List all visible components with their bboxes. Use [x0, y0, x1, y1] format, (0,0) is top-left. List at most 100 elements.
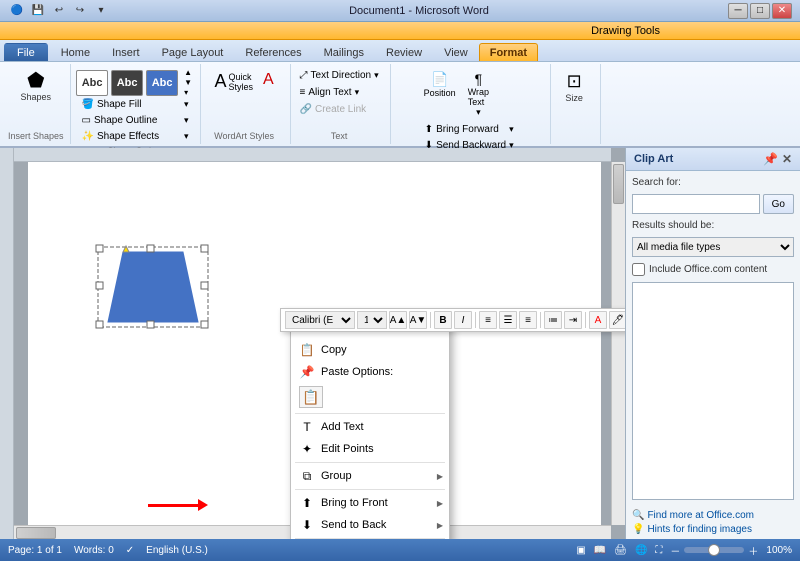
panel-title: Clip Art — [634, 153, 673, 165]
zoom-slider[interactable]: － ＋ — [670, 543, 758, 558]
bullets-button[interactable]: ≔ — [544, 311, 562, 329]
shape-style-blue[interactable]: Abc — [146, 70, 178, 96]
panel-close-button[interactable]: ✕ — [782, 152, 792, 166]
view-print-icon[interactable]: 🖨 — [614, 545, 627, 556]
shape-fill-button[interactable]: 🪣 Shape Fill ▾ — [77, 97, 194, 112]
indent-button[interactable]: ⇥ — [564, 311, 582, 329]
view-normal-icon[interactable]: ▣ — [576, 545, 585, 556]
arrow-head — [198, 499, 208, 511]
font-size-select[interactable]: 11 — [357, 311, 387, 329]
ctx-add-text[interactable]: T Add Text — [291, 416, 449, 438]
shape-effects-arrow[interactable]: ▾ — [184, 131, 189, 142]
quick-styles-button[interactable]: A QuickStyles — [210, 68, 257, 95]
text-color-icon: A — [263, 71, 274, 89]
separator-3 — [295, 489, 445, 490]
shape-fill-arrow[interactable]: ▾ — [184, 99, 189, 110]
tab-page-layout[interactable]: Page Layout — [151, 43, 235, 61]
align-center-button[interactable]: ☰ — [499, 311, 517, 329]
shapes-button[interactable]: ⬟ Shapes — [17, 68, 56, 105]
tab-review[interactable]: Review — [375, 43, 433, 61]
results-type-select[interactable]: All media file types — [632, 237, 794, 257]
paste-options-icon: 📌 — [299, 364, 315, 380]
hscroll-thumb[interactable] — [16, 527, 56, 539]
view-read-icon[interactable]: 📖 — [594, 545, 606, 556]
font-color-button[interactable]: A — [589, 311, 607, 329]
minimize-button[interactable]: ─ — [728, 3, 748, 19]
shape-style-white[interactable]: Abc — [76, 70, 108, 96]
separator-2 — [295, 462, 445, 463]
font-increase-button[interactable]: A▲ — [389, 311, 407, 329]
size-button[interactable]: ⊡ Size — [561, 68, 587, 106]
vertical-scrollbar[interactable] — [611, 162, 625, 525]
ctx-send-to-back[interactable]: ⬇ Send to Back — [291, 514, 449, 536]
quick-access-toolbar: 🔵 💾 ↩ ↪ ▾ — [8, 3, 110, 19]
maximize-button[interactable]: □ — [750, 3, 770, 19]
ctx-bring-to-front[interactable]: ⬆ Bring to Front — [291, 492, 449, 514]
wrap-text-button[interactable]: ¶ WrapText ▾ — [464, 68, 493, 121]
hints-link[interactable]: 💡 Hints for finding images — [632, 524, 794, 535]
zoom-handle[interactable] — [708, 544, 720, 556]
wordart-btns: A QuickStyles A — [210, 68, 277, 95]
window-title: Document1 - Microsoft Word — [349, 5, 489, 17]
align-text-button[interactable]: ≡ Align Text ▾ — [295, 85, 365, 100]
ribbon-group-shape-styles: Abc Abc Abc ▲ ▼ ▾ 🪣 Shape Fill ▾ ▭ Shap — [71, 64, 201, 144]
bold-button[interactable]: B — [434, 311, 452, 329]
ctx-group[interactable]: ⧉ Group — [291, 465, 449, 487]
shape-style-scroll[interactable]: ▲ ▼ ▾ — [184, 68, 192, 97]
shape-outline-arrow[interactable]: ▾ — [184, 115, 189, 126]
scroll-thumb[interactable] — [613, 164, 624, 204]
text-color-button[interactable]: A — [259, 68, 278, 95]
customize-button[interactable]: ▾ — [92, 3, 110, 19]
include-checkbox[interactable] — [632, 263, 645, 276]
shape-effects-button[interactable]: ✨ Shape Effects ▾ — [77, 129, 194, 144]
ctx-edit-points[interactable]: ✦ Edit Points — [291, 438, 449, 460]
italic-button[interactable]: I — [454, 311, 472, 329]
search-input[interactable] — [632, 194, 760, 214]
bring-forward-button[interactable]: ⬆ Bring Forward ▾ — [420, 122, 519, 137]
document-area: Calibri (E 11 A▲ A▼ B I ≡ ☰ ≡ ≔ ⇥ A 🖊 ⋯ — [0, 148, 625, 539]
tab-references[interactable]: References — [234, 43, 312, 61]
tab-mailings[interactable]: Mailings — [313, 43, 375, 61]
create-link-button[interactable]: 🔗 Create Link — [295, 102, 372, 117]
shape-style-dark[interactable]: Abc — [111, 70, 143, 96]
font-decrease-button[interactable]: A▼ — [409, 311, 427, 329]
undo-button[interactable]: ↩ — [50, 3, 68, 19]
shape-fill-icon: 🪣 — [82, 99, 94, 110]
save-button[interactable]: 💾 — [29, 3, 47, 19]
zoom-in-icon[interactable]: ＋ — [748, 543, 758, 558]
font-select[interactable]: Calibri (E — [285, 311, 355, 329]
tab-home[interactable]: Home — [50, 43, 101, 61]
tab-insert[interactable]: Insert — [101, 43, 151, 61]
ribbon: ⬟ Shapes Insert Shapes Abc Abc Abc ▲ ▼ ▾ — [0, 62, 800, 148]
panel-footer: 🔍 Find more at Office.com 💡 Hints for fi… — [626, 506, 800, 539]
zoom-track[interactable] — [684, 547, 744, 553]
office-icon: 🔍 — [632, 510, 644, 521]
ctx-paste-options[interactable]: 📌 Paste Options: — [291, 361, 449, 383]
position-button[interactable]: 📄 Position — [420, 68, 460, 121]
shape-trapezoid[interactable] — [88, 242, 218, 332]
close-button[interactable]: ✕ — [772, 3, 792, 19]
tab-format[interactable]: Format — [479, 43, 538, 61]
paste-button[interactable]: 📋 — [299, 386, 323, 408]
view-web-icon[interactable]: 🌐 — [635, 545, 647, 556]
highlight-button[interactable]: 🖊 — [609, 311, 625, 329]
go-button[interactable]: Go — [763, 194, 794, 214]
shape-outline-button[interactable]: ▭ Shape Outline ▾ — [77, 113, 194, 128]
find-more-link[interactable]: 🔍 Find more at Office.com — [632, 510, 794, 521]
view-full-icon[interactable]: ⛶ — [655, 545, 662, 556]
size-icon: ⊡ — [567, 71, 582, 92]
language-info: English (U.S.) — [146, 545, 208, 556]
wordart-label: WordArt Styles — [214, 131, 274, 142]
align-left-button[interactable]: ≡ — [479, 311, 497, 329]
align-right-button[interactable]: ≡ — [519, 311, 537, 329]
ctx-copy[interactable]: 📋 Copy — [291, 339, 449, 361]
zoom-out-icon[interactable]: － — [670, 543, 680, 558]
text-direction-button[interactable]: ⤢ Text Direction ▾ — [295, 68, 384, 83]
drawing-tools-bar: Drawing Tools — [0, 22, 800, 40]
tab-view[interactable]: View — [433, 43, 479, 61]
shape-styles-content: Abc Abc Abc ▲ ▼ ▾ — [76, 66, 192, 97]
tab-file[interactable]: File — [4, 43, 48, 61]
panel-pin-button[interactable]: 📌 — [763, 152, 778, 166]
redo-button[interactable]: ↪ — [71, 3, 89, 19]
horizontal-ruler — [14, 148, 611, 162]
